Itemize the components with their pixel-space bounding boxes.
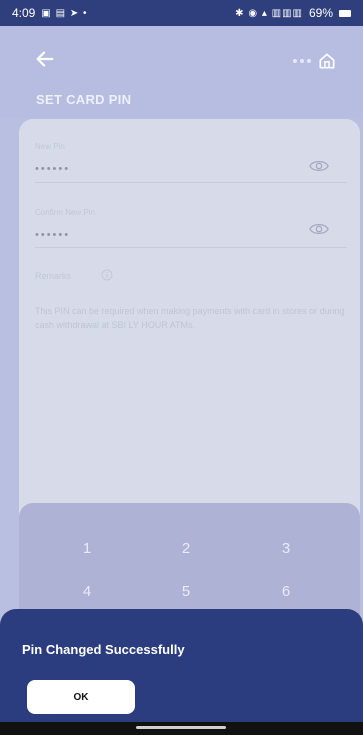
home-indicator[interactable] (136, 726, 226, 729)
ok-button[interactable]: OK (27, 680, 135, 714)
battery-icon (339, 9, 351, 17)
new-pin-input[interactable]: •••••• (35, 163, 70, 175)
keypad-key-5[interactable]: 5 (166, 583, 206, 600)
dialog-message: Pin Changed Successfully (22, 642, 185, 657)
confirm-pin-label: Confirm New Pin (35, 208, 96, 217)
new-pin-label: New Pin (35, 142, 65, 151)
notification-icons: ▣ ▤ ➤ • (41, 7, 88, 19)
page-title: SET CARD PIN (36, 92, 132, 107)
info-icon[interactable] (101, 269, 113, 281)
keypad-key-6[interactable]: 6 (266, 583, 306, 600)
home-icon[interactable] (317, 51, 337, 71)
form-sheet: New Pin •••••• Confirm New Pin •••••• Re… (19, 119, 360, 539)
battery-percentage: 69% (308, 6, 333, 20)
eye-icon[interactable] (309, 159, 329, 173)
home-cluster (293, 51, 337, 71)
navigation-bar (0, 722, 363, 735)
success-dialog: Pin Changed Successfully OK (0, 609, 363, 722)
keypad-key-3[interactable]: 3 (266, 540, 306, 557)
new-pin-underline (35, 182, 347, 183)
status-right: ✱ ◉ ▴ ▥▥▥ 69% (235, 6, 351, 20)
confirm-pin-underline (35, 247, 347, 248)
back-arrow-icon[interactable] (34, 48, 56, 70)
phone-screen: 4:09 ▣ ▤ ➤ • ✱ ◉ ▴ ▥▥▥ 69% SET CARD PIN … (0, 0, 363, 735)
app-header: SET CARD PIN (0, 26, 363, 118)
remarks-label: Remarks (35, 271, 72, 281)
status-bar: 4:09 ▣ ▤ ➤ • ✱ ◉ ▴ ▥▥▥ 69% (0, 0, 363, 26)
eye-icon[interactable] (309, 222, 329, 236)
status-time: 4:09 (12, 6, 36, 20)
system-status-icons: ✱ ◉ ▴ ▥▥▥ (235, 7, 303, 19)
pin-info-text: This PIN can be required when making pay… (35, 306, 345, 330)
dots-icon (293, 59, 311, 63)
keypad-key-1[interactable]: 1 (67, 540, 107, 557)
confirm-pin-input[interactable]: •••••• (35, 229, 70, 241)
keypad-key-4[interactable]: 4 (67, 583, 107, 600)
keypad-key-2[interactable]: 2 (166, 540, 206, 557)
status-left: 4:09 ▣ ▤ ➤ • (12, 6, 87, 20)
